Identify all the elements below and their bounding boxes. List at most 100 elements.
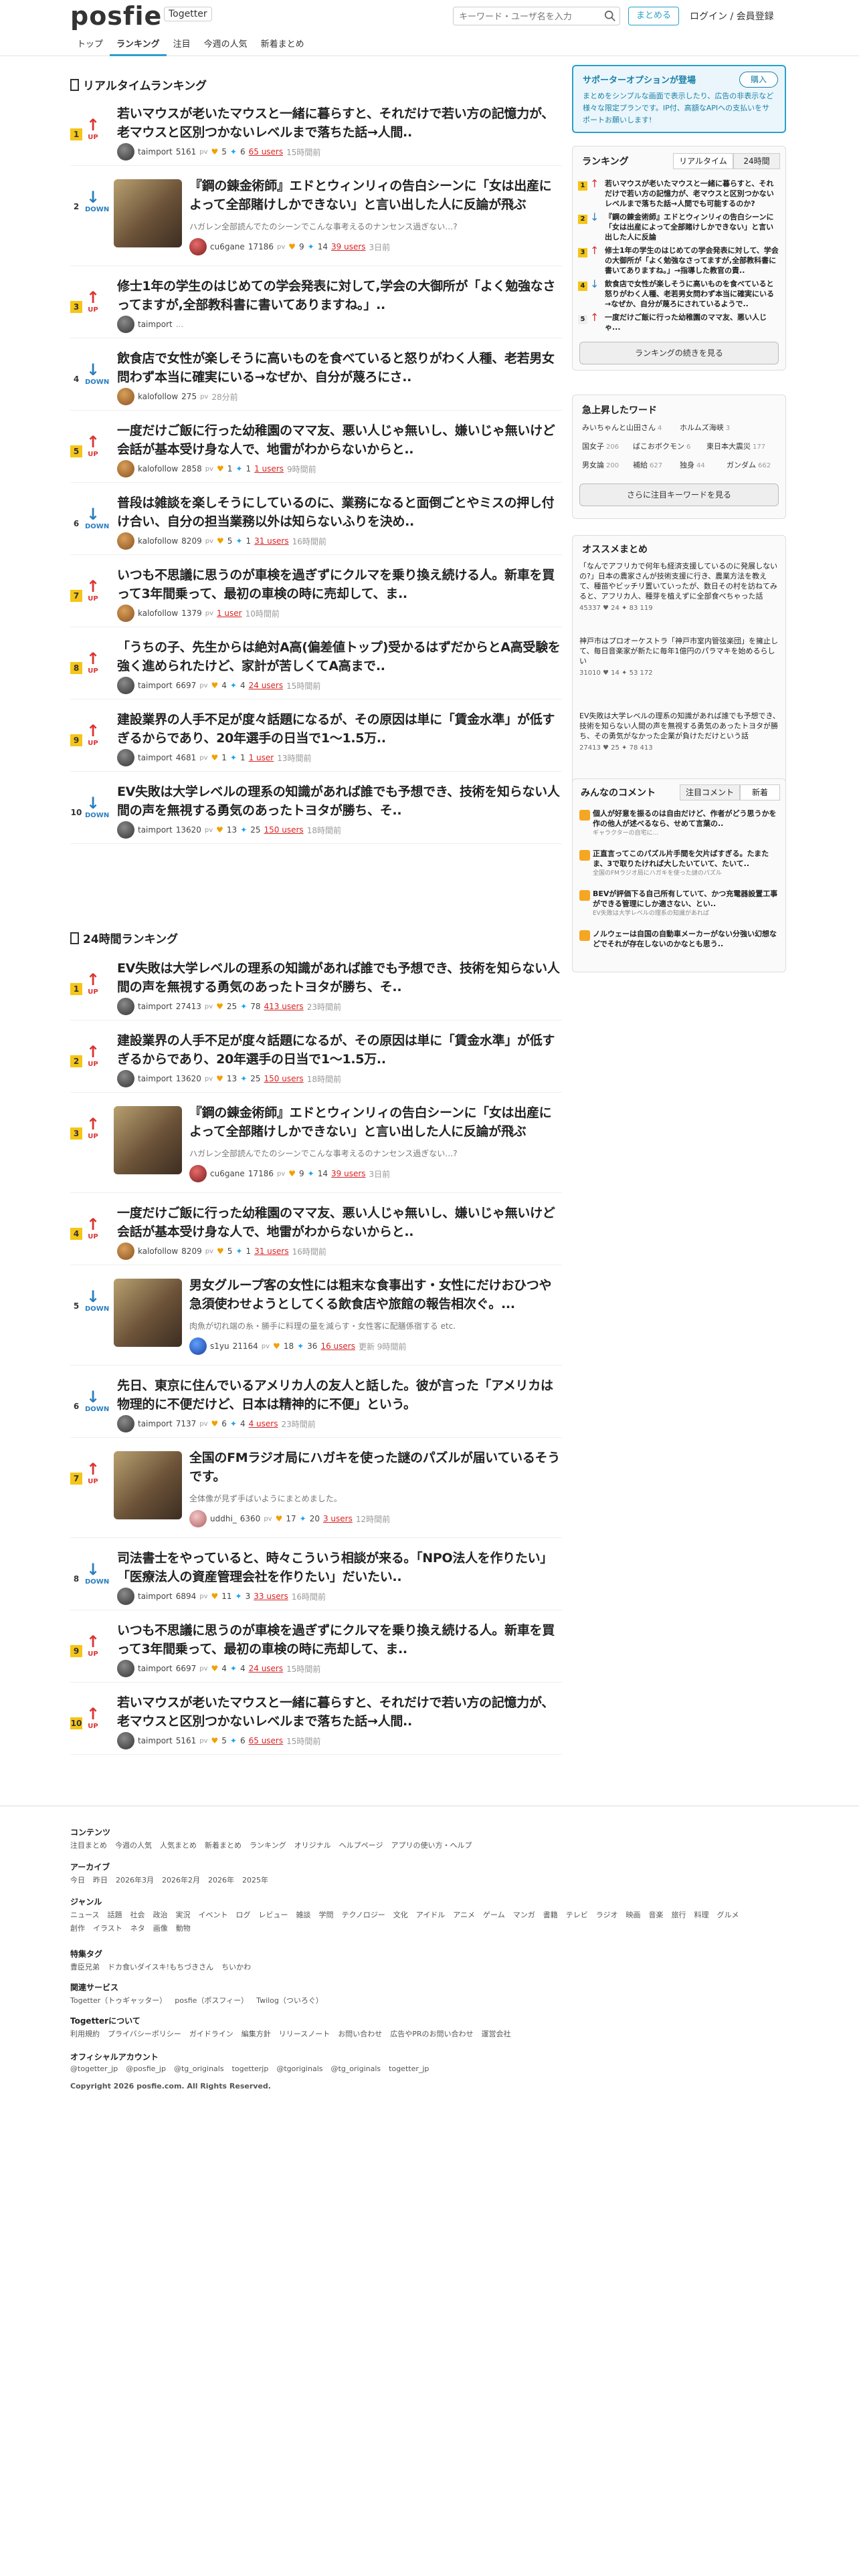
footer-link[interactable]: @posfie_jp — [126, 2064, 166, 2073]
footer-link[interactable]: @tg_originals — [331, 2064, 381, 2073]
footer-link[interactable]: 注目まとめ — [70, 1841, 107, 1850]
author-name[interactable]: taimport — [138, 1002, 173, 1011]
avatar[interactable] — [117, 998, 134, 1015]
avatar[interactable] — [117, 1588, 134, 1605]
trending-word[interactable]: 独身 44 — [680, 459, 705, 470]
sidebar-ranking-item[interactable]: 2 ↓ 『鋼の錬金術師』エドとウィンリィの告白シーンに「女は出産によって全部賭けしか… — [578, 209, 781, 241]
recommended-item[interactable]: EV失敗は大学レベルの理系の知識があれば誰でも予想でき、技術を知らない人間の声を… — [579, 711, 780, 753]
recommended-item[interactable]: 「なんでアフリカで何年も経済支援しているのに発展しないの?」日本の農家さんが技術… — [579, 561, 780, 613]
avatar[interactable] — [117, 677, 134, 694]
ranking-item[interactable]: 8 ↓ DOWN 司法書士をやっていると、時々こういう相談が来る。「NPO法人を作りた… — [70, 1538, 562, 1610]
footer-link[interactable]: ちいかわ — [221, 1963, 251, 1971]
users-badge[interactable]: 39 users — [331, 242, 366, 251]
supporter-banner[interactable]: サポーターオプションが登場 購入 まとめをシンプルな画面で表示したり、広告の非表… — [572, 65, 786, 133]
author-name[interactable]: kalofollow — [138, 464, 178, 473]
ranking-item[interactable]: 2 ↑ UP 建設業界の人手不足が度々話題になるが、その原因は単に「賃金水準」が低すぎ… — [70, 1021, 562, 1093]
author-name[interactable]: kalofollow — [138, 536, 178, 546]
footer-link[interactable]: @tg_originals — [174, 2064, 224, 2073]
comment-text[interactable]: 正直言ってこのパズル片手間を欠片ばすぎる。たまたま、3で取りたければ大したいてい… — [579, 849, 780, 869]
ranking-item[interactable]: 6 ↓ DOWN 先日、東京に住んでいるアメリカ人の友人と話した。彼が言った「アメリカ… — [70, 1366, 562, 1438]
item-title[interactable]: いつも不思議に思うのが車検を過ぎずにクルマを乗り換え続ける人。新車を買って3年間… — [117, 566, 562, 603]
avatar[interactable] — [189, 1337, 207, 1355]
ranking-item[interactable]: 9 ↑ UP いつも不思議に思うのが車検を過ぎずにクルマを乗り換え続ける人。新車を買っ… — [70, 1610, 562, 1683]
trending-word[interactable]: ばこおボクモン 6 — [633, 441, 690, 451]
togetter-link[interactable]: Togetter — [164, 7, 212, 21]
posfie-logo[interactable]: posfie — [70, 1, 162, 31]
footer-link[interactable]: 実況 — [175, 1911, 190, 1919]
trending-word[interactable]: 東日本大震災 177 — [706, 441, 765, 451]
ranking-item[interactable]: 4 ↓ DOWN 飲食店で女性が楽しそうに高いものを食べていると怒りがわく人種、老若男… — [70, 338, 562, 411]
avatar[interactable] — [117, 821, 134, 839]
footer-link[interactable]: 人気まとめ — [160, 1841, 197, 1850]
footer-link[interactable]: 昨日 — [93, 1876, 108, 1885]
footer-link[interactable]: ガイドライン — [189, 2030, 233, 2038]
search-input[interactable] — [453, 7, 620, 25]
ranking-item[interactable]: 4 ↑ UP 一度だけご飯に行った幼稚園のママ友、悪い人じゃ無いし、嫌いじゃ無いけど会… — [70, 1193, 562, 1265]
users-badge[interactable]: 150 users — [264, 825, 304, 835]
trending-word[interactable]: ホルムズ海峡 3 — [680, 422, 730, 433]
author-name[interactable]: taimport — [138, 147, 173, 156]
author-name[interactable]: taimport — [138, 1074, 173, 1083]
footer-link[interactable]: レビュー — [258, 1911, 288, 1919]
avatar[interactable] — [189, 1510, 207, 1527]
users-badge[interactable]: 1 users — [254, 464, 284, 473]
sidebar-ranking-title-text[interactable]: 一度だけご飯に行った幼稚園のママ友、悪い人じゃ... — [605, 312, 779, 343]
item-title[interactable]: 飲食店で女性が楽しそうに高いものを食べていると怒りがわく人種、老若男女問わず本当… — [117, 349, 562, 387]
trending-word[interactable]: 補給 627 — [633, 459, 662, 470]
ranking-item[interactable]: 7 ↑ UP 全国のFMラジオ局にハガキを使った謎のパズルが届いているそうです。 全体像… — [70, 1438, 562, 1538]
tab-featured-comments[interactable]: 注目コメント — [680, 784, 740, 800]
footer-link[interactable]: 旅行 — [671, 1911, 686, 1919]
footer-link[interactable]: ニュース — [70, 1911, 99, 1919]
footer-link[interactable]: ランキング — [250, 1841, 286, 1850]
footer-link[interactable]: 2025年 — [242, 1876, 268, 1885]
footer-link[interactable]: @togetter_jp — [70, 2064, 118, 2073]
avatar[interactable] — [117, 143, 134, 160]
footer-link[interactable]: 映画 — [626, 1911, 640, 1919]
footer-link[interactable]: 社会 — [130, 1911, 145, 1919]
users-badge[interactable]: 65 users — [249, 147, 284, 156]
footer-link[interactable]: テレビ — [566, 1911, 588, 1919]
users-badge[interactable]: 150 users — [264, 1074, 304, 1083]
tab-24h[interactable]: 24時間 — [733, 153, 780, 169]
thumbnail-image[interactable] — [114, 179, 182, 247]
author-name[interactable]: taimport — [138, 320, 173, 329]
sidebar-ranking-title-text[interactable]: 修士1年の学生のはじめての学会発表に対して、学会の大御所が「よく勉強なさってます… — [605, 245, 779, 276]
thumbnail-image[interactable] — [114, 1106, 182, 1174]
avatar[interactable] — [117, 1660, 134, 1677]
comment-text[interactable]: BEVが評価下る自己所有していて、かつ充電器設置工事ができる管理にしか適さない、… — [579, 889, 780, 909]
buy-button[interactable]: 購入 — [739, 72, 778, 88]
recommended-item-title[interactable]: 「なんでアフリカで何年も経済支援しているのに発展しないの?」日本の農家さんが技術… — [579, 561, 780, 601]
sidebar-ranking-item[interactable]: 4 ↓ 飲食店で女性が楽しそうに高いものを食べていると怒りがわく人種、老若男女問わず… — [578, 276, 781, 308]
footer-link[interactable]: 豊臣兄弟 — [70, 1963, 100, 1971]
author-name[interactable]: taimport — [138, 1592, 173, 1601]
users-badge[interactable]: 1 user — [217, 609, 242, 618]
footer-link[interactable]: 編集方針 — [242, 2030, 271, 2038]
avatar[interactable] — [189, 1165, 207, 1182]
item-title[interactable]: 男女グループ客の女性には粗末な食事出す・女性にだけおひつや急須使わせようとしてく… — [189, 1276, 562, 1313]
users-badge[interactable]: 24 users — [249, 681, 284, 690]
sidebar-ranking-title-text[interactable]: 飲食店で女性が楽しそうに高いものを食べていると怒りがわく人種、老若男女問わず本当… — [605, 279, 779, 310]
author-name[interactable]: taimport — [138, 753, 173, 762]
avatar[interactable] — [117, 1243, 134, 1260]
item-title[interactable]: 全国のFMラジオ局にハガキを使った謎のパズルが届いているそうです。 — [189, 1448, 562, 1486]
footer-link[interactable]: アイドル — [416, 1911, 445, 1919]
footer-link[interactable]: 2026年 — [208, 1876, 234, 1885]
item-title[interactable]: 修士1年の学生のはじめての学会発表に対して,学会の大御所が「よく勉強なさってます… — [117, 277, 562, 314]
item-title[interactable]: 先日、東京に住んでいるアメリカ人の友人と話した。彼が言った「アメリカは物理的に不… — [117, 1376, 562, 1414]
footer-link[interactable]: posfie（ポスフィー） — [175, 1996, 248, 2005]
footer-link[interactable]: 動物 — [176, 1924, 191, 1933]
tab-new-comments[interactable]: 新着 — [740, 784, 780, 800]
footer-link[interactable]: オリジナル — [294, 1841, 331, 1850]
matome-button[interactable]: まとめる — [628, 7, 679, 25]
footer-link[interactable]: 運営会社 — [482, 2030, 511, 2038]
recommended-item-title[interactable]: EV失敗は大学レベルの理系の知識があれば誰でも予想でき、技術を知らない人間の声を… — [579, 711, 780, 741]
sidebar-ranking-item[interactable]: 3 ↑ 修士1年の学生のはじめての学会発表に対して、学会の大御所が「よく勉強なさって… — [578, 243, 781, 275]
author-name[interactable]: taimport — [138, 1419, 173, 1428]
comment-text[interactable]: 個人が好意を振るのは自由だけど、作者がどう思うかを作の他人が述べるなら、せめて言… — [579, 809, 780, 829]
tab-weekly[interactable]: 今週の人気 — [197, 36, 254, 56]
sidebar-ranking-item[interactable]: 5 ↑ 一度だけご飯に行った幼稚園のママ友、悪い人じゃ... — [578, 310, 781, 342]
footer-link[interactable]: Twilog（ついろぐ） — [256, 1996, 323, 2005]
author-name[interactable]: kalofollow — [138, 609, 178, 618]
item-title[interactable]: 若いマウスが老いたマウスと一緒に暮らすと、それだけで若い方の記憶力が、老マウスと… — [117, 1693, 562, 1731]
item-title[interactable]: 一度だけご飯に行った幼稚園のママ友、悪い人じゃ無いし、嫌いじゃ無いけど会話が基本… — [117, 421, 562, 459]
